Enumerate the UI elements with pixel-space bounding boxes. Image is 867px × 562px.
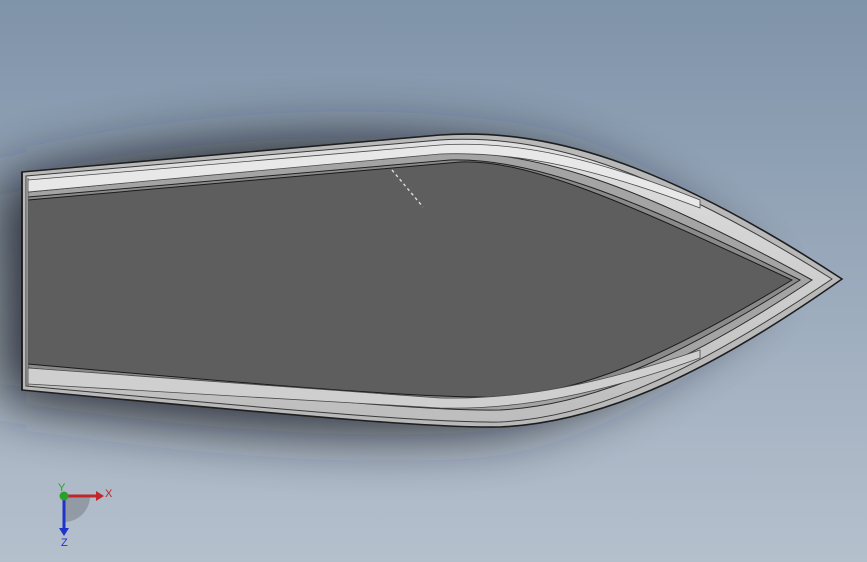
triad-shading (64, 496, 90, 522)
x-axis-arrow (96, 491, 104, 501)
y-axis-label: Y (58, 482, 66, 494)
z-axis-label: Z (61, 537, 68, 549)
reference-triad: X Y Z (58, 482, 113, 549)
z-axis-arrow (59, 528, 69, 536)
x-axis-label: X (105, 488, 113, 500)
graphics-viewport[interactable]: X Y Z (0, 0, 867, 562)
hull-model[interactable] (0, 0, 867, 562)
